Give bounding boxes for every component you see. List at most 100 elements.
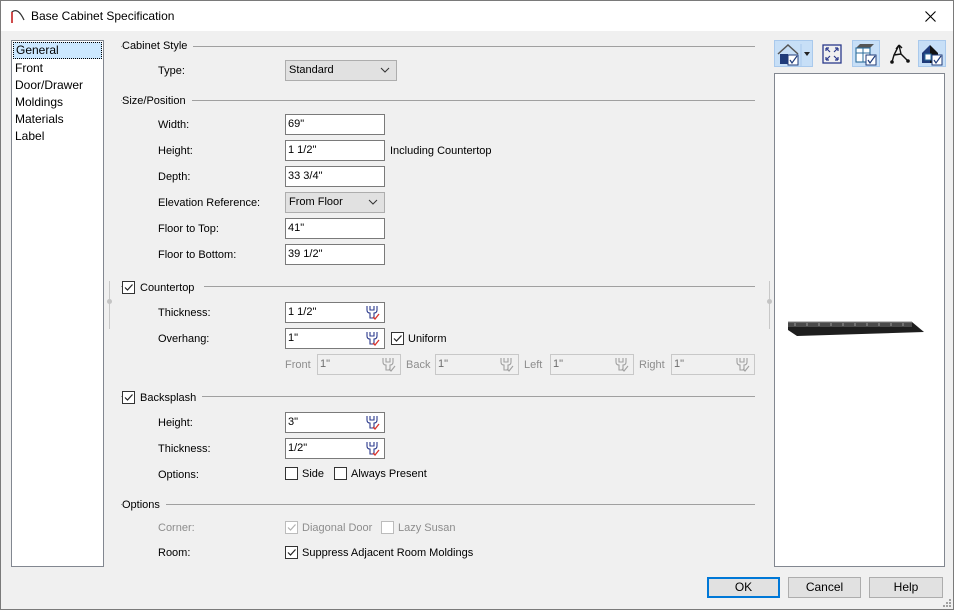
close-icon — [924, 10, 936, 22]
side-checkbox[interactable] — [285, 467, 298, 480]
depth-input[interactable]: 33 3/4" — [285, 166, 385, 187]
back-overhang-value: 1" — [438, 358, 449, 370]
height-label: Height: — [158, 145, 193, 157]
options-heading: Options — [122, 499, 166, 511]
left-splitter[interactable] — [109, 281, 110, 329]
elevation-reference-label: Elevation Reference: — [158, 197, 261, 209]
overhang-label: Overhang: — [158, 333, 210, 345]
default-wrench-icon — [382, 358, 396, 372]
width-label: Width: — [158, 119, 190, 131]
category-list[interactable]: General Front Door/Drawer Moldings Mater… — [11, 40, 104, 567]
diagonal-door-checkbox — [285, 521, 298, 534]
view-mode-button[interactable] — [774, 40, 813, 67]
suppress-moldings-label: Suppress Adjacent Room Moldings — [302, 547, 474, 559]
default-wrench-icon[interactable] — [364, 414, 380, 431]
front-label: Front — [285, 359, 311, 371]
backsplash-thickness-input[interactable]: 1/2" — [285, 438, 385, 459]
room-label: Room: — [158, 547, 191, 559]
cancel-button[interactable]: Cancel — [788, 577, 861, 598]
side-label: Side — [302, 468, 325, 480]
resize-grip-icon[interactable] — [942, 598, 952, 608]
countertop-label: Countertop — [140, 282, 195, 294]
backsplash-height-input[interactable]: 3" — [285, 412, 385, 433]
dialog-window: Base Cabinet Specification General Front… — [0, 0, 954, 610]
nav-item-front[interactable]: Front — [12, 60, 103, 77]
countertop-checkbox[interactable] — [122, 281, 135, 294]
back-overhang-input: 1" — [435, 354, 519, 375]
backsplash-checkbox[interactable] — [122, 391, 135, 404]
floor-to-bottom-input[interactable]: 39 1/2" — [285, 244, 385, 265]
diagonal-door-label: Diagonal Door — [302, 522, 373, 534]
backsplash-label: Backsplash — [140, 392, 197, 404]
backsplash-thickness-label: Thickness: — [158, 443, 211, 455]
ok-button[interactable]: OK — [707, 577, 780, 598]
right-overhang-input: 1" — [671, 354, 755, 375]
overhang-value: 1" — [288, 332, 299, 344]
nav-item-door-drawer[interactable]: Door/Drawer — [12, 77, 103, 94]
lazy-susan-label: Lazy Susan — [398, 522, 456, 534]
backsplash-options-label: Options: — [158, 469, 199, 481]
nav-item-moldings[interactable]: Moldings — [12, 94, 103, 111]
type-select[interactable]: Standard — [285, 60, 397, 81]
always-present-checkbox[interactable] — [334, 467, 347, 480]
orbit-icon — [890, 44, 910, 64]
front-overhang-value: 1" — [320, 358, 331, 370]
color-view-button[interactable] — [918, 40, 946, 67]
chevron-down-icon — [368, 199, 378, 205]
right-splitter-handle[interactable] — [767, 299, 772, 304]
front-overhang-input: 1" — [317, 354, 401, 375]
uniform-label: Uniform — [408, 333, 447, 345]
checkmark-icon — [124, 394, 133, 401]
nav-item-label[interactable]: Label — [12, 128, 103, 145]
backsplash-height-value: 3" — [288, 416, 299, 428]
close-button[interactable] — [907, 1, 953, 31]
countertop-preview-image — [788, 321, 924, 336]
elevation-reference-value: From Floor — [289, 196, 343, 208]
orbit-button[interactable] — [885, 40, 913, 67]
lazy-susan-checkbox — [381, 521, 394, 534]
show-cabinet-icon — [855, 43, 877, 65]
floor-to-bottom-label: Floor to Bottom: — [158, 249, 237, 261]
cabinet-preview[interactable] — [774, 73, 945, 567]
always-present-label: Always Present — [351, 468, 427, 480]
default-wrench-icon[interactable] — [364, 440, 380, 457]
default-wrench-icon[interactable] — [364, 304, 380, 321]
cabinet-style-divider — [121, 46, 755, 47]
type-label: Type: — [158, 65, 185, 77]
countertop-thickness-input[interactable]: 1 1/2" — [285, 302, 385, 323]
arch-app-icon — [11, 9, 25, 23]
show-cabinet-button[interactable] — [852, 40, 880, 67]
left-overhang-value: 1" — [553, 358, 564, 370]
checkmark-icon — [287, 524, 296, 531]
floor-to-top-input[interactable]: 41" — [285, 218, 385, 239]
floor-to-top-label: Floor to Top: — [158, 223, 219, 235]
suppress-moldings-checkbox[interactable] — [285, 546, 298, 559]
backsplash-height-label: Height: — [158, 417, 193, 429]
nav-item-general[interactable]: General — [13, 42, 102, 59]
height-input[interactable]: 1 1/2" — [285, 140, 385, 161]
countertop-thickness-label: Thickness: — [158, 307, 211, 319]
default-wrench-icon[interactable] — [364, 330, 380, 347]
fit-view-icon — [822, 43, 842, 64]
title-bar: Base Cabinet Specification — [1, 1, 953, 31]
chevron-down-icon — [380, 67, 390, 73]
help-button[interactable]: Help — [869, 577, 943, 598]
countertop-thickness-value: 1 1/2" — [288, 306, 317, 318]
type-select-value: Standard — [289, 64, 334, 76]
uniform-checkbox[interactable] — [391, 332, 404, 345]
overhang-input[interactable]: 1" — [285, 328, 385, 349]
nav-item-materials[interactable]: Materials — [12, 111, 103, 128]
right-overhang-value: 1" — [674, 358, 685, 370]
backsplash-divider — [121, 396, 755, 397]
elevation-reference-select[interactable]: From Floor — [285, 192, 385, 213]
size-position-divider — [121, 100, 755, 101]
checkmark-icon — [393, 335, 402, 342]
view-mode-icon — [776, 43, 810, 66]
color-view-icon — [922, 44, 943, 65]
default-wrench-icon — [615, 358, 629, 372]
checkmark-icon — [287, 549, 296, 556]
left-splitter-handle[interactable] — [107, 299, 112, 304]
width-input[interactable]: 69" — [285, 114, 385, 135]
right-splitter[interactable] — [769, 281, 770, 329]
fit-view-button[interactable] — [819, 40, 845, 67]
